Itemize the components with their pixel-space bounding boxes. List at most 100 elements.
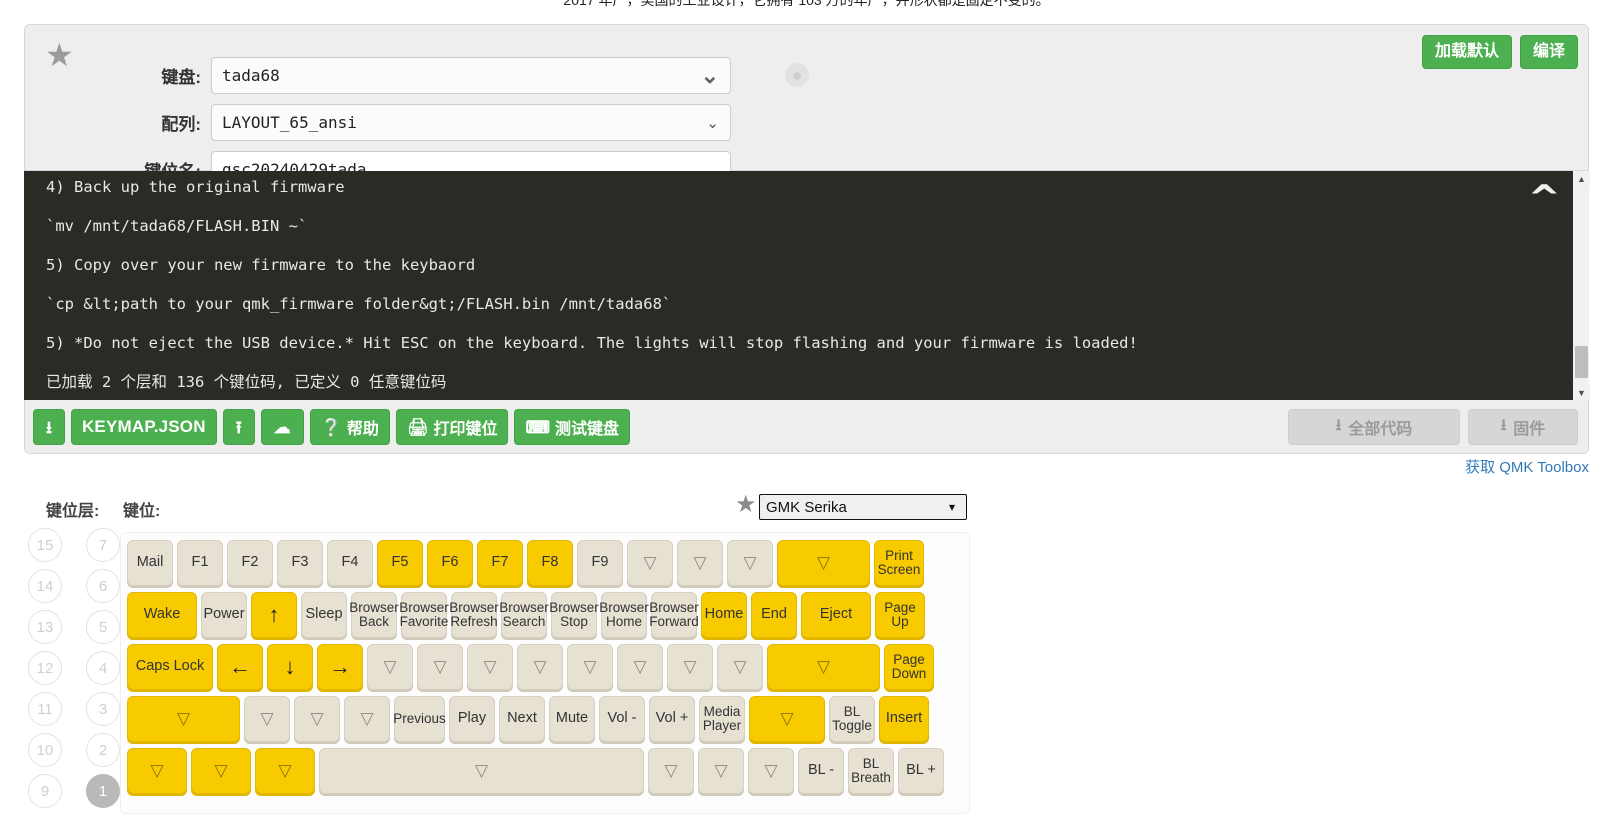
key-transparent-r3c9[interactable]: ▽ — [567, 644, 613, 690]
key-transparent-r4c3[interactable]: ▽ — [294, 696, 340, 742]
layer-button-2[interactable]: 2 — [86, 733, 120, 767]
layer-button-10[interactable]: 10 — [28, 733, 62, 767]
console-output[interactable]: 4) Back up the original firmware `mv /mn… — [24, 171, 1572, 400]
key-transparent-r5c1[interactable]: ▽ — [127, 748, 187, 794]
key-browser-forward-r2c11[interactable]: Browser Forward — [649, 592, 699, 638]
key-bl-toggle-r4c13[interactable]: BL Toggle — [829, 696, 875, 742]
scrollbar-thumb[interactable] — [1575, 346, 1588, 378]
key-bl-+-r5c10[interactable]: BL + — [898, 748, 944, 794]
qmk-toolbox-link[interactable]: 获取 QMK Toolbox — [1465, 456, 1589, 477]
key-f3-r1c4[interactable]: F3 — [277, 540, 323, 586]
key-end-r2c13[interactable]: End — [751, 592, 797, 638]
key-f1-r1c2[interactable]: F1 — [177, 540, 223, 586]
key-←-r3c2[interactable]: ← — [217, 644, 263, 690]
key-browser-refresh-r2c7[interactable]: Browser Refresh — [449, 592, 499, 638]
cloud-upload-button[interactable]: ☁ — [260, 409, 304, 445]
key-transparent-r4c12[interactable]: ▽ — [749, 696, 825, 742]
scroll-down-icon[interactable]: ▼ — [1573, 385, 1590, 400]
key-transparent-r3c8[interactable]: ▽ — [517, 644, 563, 690]
key-sleep-r2c4[interactable]: Sleep — [301, 592, 347, 638]
layer-button-13[interactable]: 13 — [28, 610, 62, 644]
key-power-r2c2[interactable]: Power — [201, 592, 247, 638]
load-default-button[interactable]: 加载默认 — [1421, 35, 1512, 69]
key-mute-r4c8[interactable]: Mute — [549, 696, 595, 742]
key-transparent-r3c10[interactable]: ▽ — [617, 644, 663, 690]
key-play-r4c6[interactable]: Play — [449, 696, 495, 742]
layer-button-14[interactable]: 14 — [28, 569, 62, 603]
key-f4-r1c5[interactable]: F4 — [327, 540, 373, 586]
key-↓-r3c3[interactable]: ↓ — [267, 644, 313, 690]
key-transparent-r5c3[interactable]: ▽ — [255, 748, 315, 794]
layer-button-11[interactable]: 11 — [28, 692, 62, 726]
key-transparent-r4c2[interactable]: ▽ — [244, 696, 290, 742]
key-transparent-r1c11[interactable]: ▽ — [627, 540, 673, 586]
key-wake-r2c1[interactable]: Wake — [127, 592, 197, 638]
key-bl-breath-r5c9[interactable]: BL Breath — [848, 748, 894, 794]
key-transparent-r3c11[interactable]: ▽ — [667, 644, 713, 690]
key-home-r2c12[interactable]: Home — [701, 592, 747, 638]
key-mail-r1c1[interactable]: Mail — [127, 540, 173, 586]
key-transparent-r3c13[interactable]: ▽ — [767, 644, 880, 690]
layer-button-12[interactable]: 12 — [28, 651, 62, 685]
download-all-source-button[interactable]: ⭳ 全部代码 — [1288, 409, 1460, 445]
console-scrollbar[interactable]: ▲ ▼ — [1572, 171, 1590, 400]
layer-button-6[interactable]: 6 — [86, 569, 120, 603]
key-page-up-r2c15[interactable]: Page Up — [875, 592, 925, 638]
key-f5-r1c6[interactable]: F5 — [377, 540, 423, 586]
key-f9-r1c10[interactable]: F9 — [577, 540, 623, 586]
layer-button-3[interactable]: 3 — [86, 692, 120, 726]
layout-select[interactable]: LAYOUT_65_ansi — [211, 104, 731, 141]
keycap-favorite-star-icon[interactable]: ★ — [735, 493, 757, 517]
compile-button[interactable]: 编译 — [1519, 35, 1578, 69]
key-f6-r1c7[interactable]: F6 — [427, 540, 473, 586]
key-transparent-r1c14[interactable]: ▽ — [777, 540, 870, 586]
help-button[interactable]: ❔ 帮助 — [309, 409, 390, 445]
print-keymap-button[interactable]: 🖨 打印键位 — [395, 409, 509, 445]
upload-keymap-button[interactable]: ⭱ — [222, 409, 255, 445]
key-transparent-r5c7[interactable]: ▽ — [748, 748, 794, 794]
key-transparent-r3c6[interactable]: ▽ — [417, 644, 463, 690]
keymap-json-button[interactable]: KEYMAP.JSON — [70, 409, 217, 445]
key-vol---r4c9[interactable]: Vol - — [599, 696, 645, 742]
key-transparent-r4c1[interactable]: ▽ — [127, 696, 240, 742]
download-firmware-button[interactable]: ⭳ 固件 — [1468, 409, 1578, 445]
key-caps-lock-r3c1[interactable]: Caps Lock — [127, 644, 213, 690]
key-transparent-r3c7[interactable]: ▽ — [467, 644, 513, 690]
key-print-screen-r1c15[interactable]: Print Screen — [874, 540, 924, 586]
key-transparent-r5c6[interactable]: ▽ — [698, 748, 744, 794]
key-browser-back-r2c5[interactable]: Browser Back — [349, 592, 399, 638]
key-browser-search-r2c8[interactable]: Browser Search — [499, 592, 549, 638]
test-keyboard-button[interactable]: ⌨ 测试键盘 — [514, 409, 631, 445]
key-vol-+-r4c10[interactable]: Vol + — [649, 696, 695, 742]
layer-button-15[interactable]: 15 — [28, 528, 62, 562]
key-transparent-r5c4[interactable]: ▽ — [319, 748, 644, 794]
key-browser-favorite-r2c6[interactable]: Browser Favorite — [399, 592, 449, 638]
key-browser-home-r2c10[interactable]: Browser Home — [599, 592, 649, 638]
chevron-up-icon[interactable]: ^ — [1530, 181, 1558, 215]
key-transparent-r5c2[interactable]: ▽ — [191, 748, 251, 794]
layer-button-7[interactable]: 7 — [86, 528, 120, 562]
key-bl---r5c8[interactable]: BL - — [798, 748, 844, 794]
key-media-player-r4c11[interactable]: Media Player — [699, 696, 745, 742]
scroll-up-icon[interactable]: ▲ — [1573, 171, 1590, 186]
key-browser-stop-r2c9[interactable]: Browser Stop — [549, 592, 599, 638]
keycap-set-select[interactable]: GMK Serika — [759, 494, 967, 520]
key-transparent-r1c13[interactable]: ▽ — [727, 540, 773, 586]
key-transparent-r4c4[interactable]: ▽ — [344, 696, 390, 742]
key-f8-r1c9[interactable]: F8 — [527, 540, 573, 586]
download-keymap-button[interactable]: ⭳ — [33, 409, 65, 445]
key-↑-r2c3[interactable]: ↑ — [251, 592, 297, 638]
key-transparent-r3c5[interactable]: ▽ — [367, 644, 413, 690]
layer-button-9[interactable]: 9 — [28, 774, 62, 808]
key-insert-r4c14[interactable]: Insert — [879, 696, 929, 742]
key-next-r4c7[interactable]: Next — [499, 696, 545, 742]
layer-button-5[interactable]: 5 — [86, 610, 120, 644]
key-→-r3c4[interactable]: → — [317, 644, 363, 690]
key-page-down-r3c14[interactable]: Page Down — [884, 644, 934, 690]
key-transparent-r1c12[interactable]: ▽ — [677, 540, 723, 586]
layer-button-1[interactable]: 1 — [86, 774, 120, 808]
layer-button-4[interactable]: 4 — [86, 651, 120, 685]
key-transparent-r5c5[interactable]: ▽ — [648, 748, 694, 794]
key-transparent-r3c12[interactable]: ▽ — [717, 644, 763, 690]
key-f2-r1c3[interactable]: F2 — [227, 540, 273, 586]
